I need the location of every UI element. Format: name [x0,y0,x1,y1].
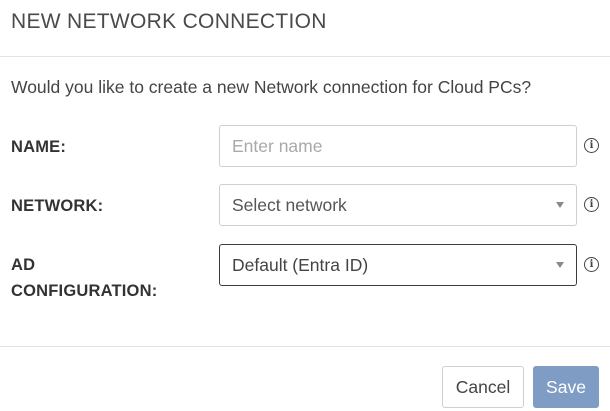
network-select-value: Select network [232,194,347,215]
cancel-button[interactable]: Cancel [442,366,524,408]
ad-configuration-select-value: Default (Entra ID) [232,254,369,275]
dialog-body: Would you like to create a new Network c… [0,57,610,347]
chevron-down-icon [556,262,564,268]
chevron-down-icon [556,202,564,208]
dialog-footer: Cancel Save [0,347,610,410]
dialog-title: NEW NETWORK CONNECTION [11,10,327,33]
save-button[interactable]: Save [533,366,599,408]
info-icon[interactable]: i [584,138,599,153]
dialog-header: NEW NETWORK CONNECTION [0,0,610,57]
ad-configuration-label: AD CONFIGURATION: [11,252,191,304]
ad-configuration-select[interactable]: Default (Entra ID) [219,244,577,286]
ad-configuration-label-line2: CONFIGURATION: [11,282,158,300]
name-input[interactable] [219,125,577,167]
new-network-connection-dialog: NEW NETWORK CONNECTION Would you like to… [0,0,610,411]
name-label: NAME: [11,138,67,156]
info-icon[interactable]: i [584,197,599,212]
network-select[interactable]: Select network [219,184,577,226]
info-icon[interactable]: i [584,257,599,272]
network-label: NETWORK: [11,197,104,215]
ad-configuration-label-line1: AD [11,256,36,274]
dialog-prompt: Would you like to create a new Network c… [11,77,532,97]
